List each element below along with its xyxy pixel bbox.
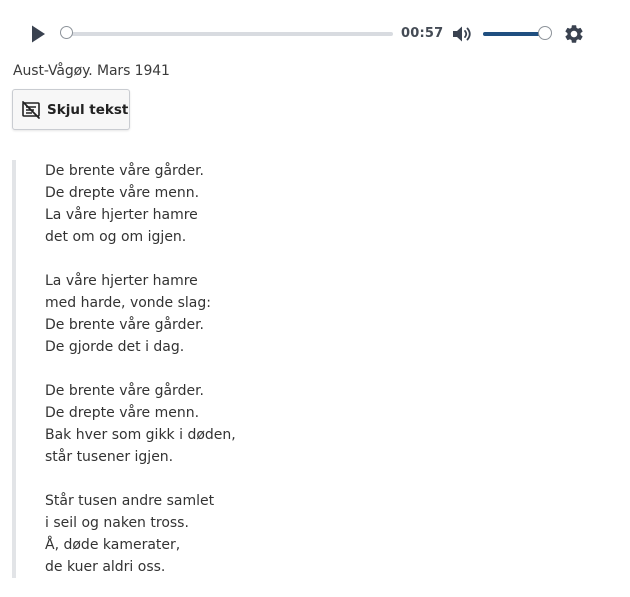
seek-bar[interactable] [66,32,393,36]
stanza: De brente våre gårder. De drepte våre me… [45,380,405,468]
volume-icon [453,26,471,42]
poem-line: De drepte våre menn. [45,405,200,421]
volume-slider[interactable] [483,32,545,36]
time-display: 00:57 [401,26,444,41]
seek-thumb[interactable] [59,26,73,39]
volume-thumb[interactable] [538,26,552,40]
poem-line: med harde, vonde slag: [45,295,211,311]
hide-text-label: Skjul tekst [47,102,129,118]
play-button[interactable] [26,22,50,46]
recording-caption: Aust-Vågøy. Mars 1941 [13,63,170,79]
volume-level [483,32,545,36]
poem-text: De brente våre gårder. De drepte våre me… [12,160,412,578]
hide-text-button[interactable]: Skjul tekst [12,89,130,130]
poem-line: De brente våre gårder. [45,163,204,179]
poem-line: Bak hver som gikk i døden, [45,427,236,443]
poem-line: De gjorde det i dag. [45,339,185,355]
poem-line: La våre hjerter hamre [45,273,198,289]
stanza: Står tusen andre samlet i seil og naken … [45,490,405,578]
poem-line: De brente våre gårder. [45,383,204,399]
settings-button[interactable] [563,23,585,45]
poem-line: i seil og naken tross. [45,515,189,531]
poem-line: Å, døde kamerater, [45,537,181,553]
poem-line: De drepte våre menn. [45,185,200,201]
poem-line: de kuer aldri oss. [45,559,166,575]
poem-line: De brente våre gårder. [45,317,204,333]
poem-line: La våre hjerter hamre [45,207,198,223]
poem-line: Står tusen andre samlet [45,493,215,509]
mute-button[interactable] [451,23,473,45]
hide-text-icon [22,101,40,119]
poem-line: står tusener igjen. [45,449,174,465]
gear-icon [565,25,583,43]
play-icon [32,25,45,43]
stanza: De brente våre gårder. De drepte våre me… [45,160,405,248]
poem-line: det om og om igjen. [45,229,187,245]
stanza: La våre hjerter hamre med harde, vonde s… [45,270,405,358]
audio-player: 00:57 [0,0,630,68]
